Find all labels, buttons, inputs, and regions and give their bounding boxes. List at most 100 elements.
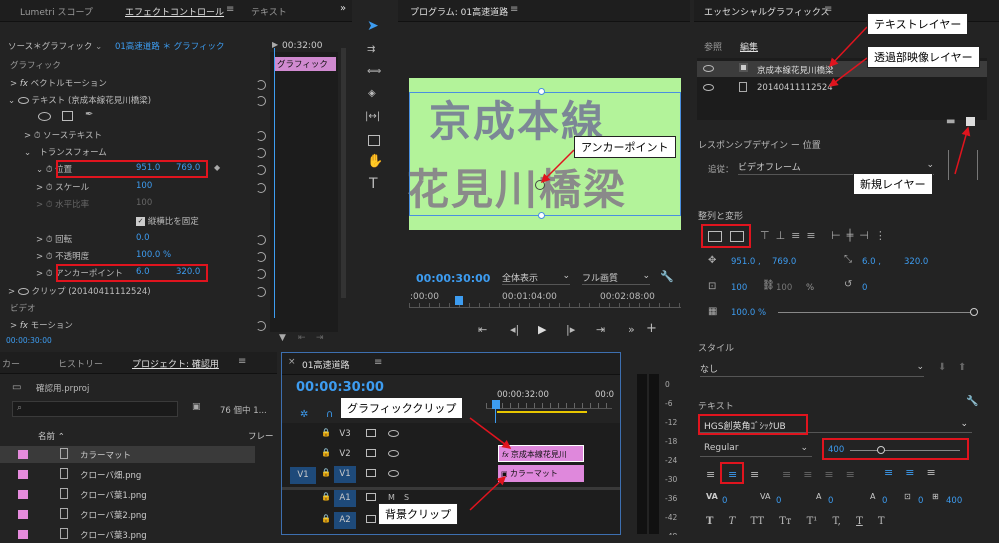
motion-row[interactable]: > fx モーション: [10, 319, 73, 336]
zoom-dropdown[interactable]: 全体表示 ⌄: [502, 271, 570, 285]
subscript-button[interactable]: T,: [832, 516, 840, 527]
menu-icon[interactable]: ≡: [238, 356, 246, 367]
label-color-swatch[interactable]: [18, 510, 28, 519]
text-layer-row[interactable]: ⌄ テキスト (京成本線花見川橋梁): [8, 94, 151, 111]
add-icon[interactable]: +: [646, 321, 657, 336]
list-item[interactable]: クローバ畑.png: [0, 466, 255, 483]
overflow-icon[interactable]: »: [628, 323, 635, 336]
clip-v2[interactable]: fx 京成本線花見川: [498, 445, 584, 462]
push-style-icon[interactable]: ⬇: [938, 362, 946, 373]
mark-out-icon[interactable]: ⇥: [596, 323, 605, 336]
eg-rotation[interactable]: 0: [862, 283, 867, 293]
tab-markers[interactable]: カー: [2, 357, 20, 370]
overflow-icon[interactable]: »: [340, 3, 346, 14]
source-v1-button[interactable]: V1: [290, 467, 316, 484]
layer-row-video[interactable]: 20140411112524: [697, 80, 987, 96]
menu-icon[interactable]: ≡: [510, 4, 518, 15]
font-style-dropdown[interactable]: Regular ⌄: [700, 442, 812, 457]
ellipse-tool-icon[interactable]: [38, 112, 51, 121]
eg-pos-y[interactable]: 769.0: [772, 257, 796, 267]
pin-widget[interactable]: [948, 150, 978, 180]
clip-v1[interactable]: ▣ カラーマット: [498, 465, 584, 482]
source-label[interactable]: ソース＊グラフィック: [8, 42, 92, 52]
uniform-scale-row[interactable]: ✓ 縦横比を固定: [136, 215, 199, 232]
mini-playhead[interactable]: [274, 48, 275, 318]
play-icon[interactable]: ▶: [272, 40, 278, 49]
eye-icon[interactable]: [388, 450, 399, 457]
timeline-title[interactable]: 01高速道路: [302, 358, 349, 371]
wrench-icon[interactable]: 🔧: [660, 270, 674, 283]
eye-icon[interactable]: [388, 470, 399, 477]
rectangle-tool-icon[interactable]: [368, 135, 380, 146]
tab-button[interactable]: T: [878, 516, 885, 527]
menu-icon[interactable]: ≡: [824, 4, 832, 15]
align-left-icon[interactable]: ≡: [706, 468, 715, 481]
tab-edit[interactable]: 編集: [740, 40, 758, 53]
scale-value[interactable]: 100: [136, 181, 152, 191]
slip-icon[interactable]: |↔|: [365, 111, 380, 122]
lock-icon[interactable]: 🔒: [321, 448, 331, 457]
reset-icon[interactable]: [256, 148, 266, 158]
clip-row[interactable]: > クリップ (20140411112524): [8, 285, 151, 302]
export-icon[interactable]: ⇥: [316, 333, 324, 343]
type-tool-icon[interactable]: T: [369, 176, 378, 192]
list-item[interactable]: クローバ葉1.png: [0, 486, 255, 503]
style-dropdown[interactable]: なし ⌄: [700, 362, 924, 377]
keyframe-nav-icon[interactable]: ◆: [214, 163, 220, 172]
sequence-label[interactable]: 01高速道路 ＊ グラフィック: [115, 42, 225, 52]
lock-icon[interactable]: 🔒: [321, 428, 331, 437]
program-title[interactable]: プログラム: 01高速道路: [410, 5, 508, 18]
rotation-value[interactable]: 0.0: [136, 233, 150, 243]
rect-tool-icon[interactable]: [62, 111, 73, 121]
justify-icons[interactable]: ≡≡≡≡: [782, 468, 867, 481]
magnet-icon[interactable]: ∩: [326, 409, 333, 420]
lock-icon[interactable]: 🔒: [321, 492, 331, 501]
timeline-timecode[interactable]: 00:00:30:00: [296, 380, 384, 395]
list-item[interactable]: クローバ葉2.png: [0, 506, 255, 523]
label-color-swatch[interactable]: [18, 490, 28, 499]
folder-icon[interactable]: ▬: [946, 116, 955, 127]
tab-browse[interactable]: 参照: [704, 40, 722, 53]
eye-icon[interactable]: [388, 430, 399, 437]
sync-icon[interactable]: [366, 515, 376, 523]
eg-opacity[interactable]: 100.0 %: [731, 308, 766, 318]
eg-anchor-x[interactable]: 6.0 ,: [862, 257, 881, 267]
razor-icon[interactable]: ◈: [368, 88, 376, 99]
track-select-icon[interactable]: ⇉: [367, 44, 375, 55]
step-back-icon[interactable]: ◂|: [510, 323, 519, 336]
vertical-align-icons[interactable]: ≡≡≡: [884, 466, 948, 479]
snap-icon[interactable]: ✲: [300, 409, 308, 420]
reset-icon[interactable]: [256, 183, 266, 193]
track-target[interactable]: V2: [334, 446, 356, 463]
superscript-button[interactable]: T¹: [807, 516, 818, 527]
tab-lumetri[interactable]: Lumetri スコープ: [20, 5, 93, 18]
align-right-icon[interactable]: ≡: [750, 468, 759, 481]
tab-text[interactable]: テキスト: [251, 5, 287, 18]
menu-icon[interactable]: ≡: [226, 4, 234, 15]
film-icon[interactable]: [366, 449, 376, 457]
handle-top[interactable]: [538, 88, 545, 95]
tsume2-value[interactable]: 400: [946, 496, 962, 506]
reset-icon[interactable]: [256, 252, 266, 262]
selection-tool-icon[interactable]: ➤: [367, 18, 379, 34]
faux-bold-button[interactable]: T: [706, 516, 713, 527]
close-icon[interactable]: ×: [288, 357, 296, 367]
wrench-icon[interactable]: 🔧: [966, 396, 978, 407]
eg-title[interactable]: エッセンシャルグラフィックス: [704, 5, 830, 18]
typo-buttons[interactable]: T T TT Tт T¹ T, T T: [706, 516, 885, 527]
handle-bottom[interactable]: [538, 212, 545, 219]
bin-icon[interactable]: ▣: [192, 402, 201, 412]
reset-icon[interactable]: [256, 165, 266, 175]
reset-icon[interactable]: [256, 269, 266, 279]
label-color-swatch[interactable]: [18, 450, 28, 459]
eye-icon[interactable]: [703, 84, 714, 91]
hand-tool-icon[interactable]: ✋: [367, 154, 383, 169]
playback-icon[interactable]: ⇤: [298, 333, 306, 343]
link-icon[interactable]: ⛓: [762, 280, 775, 291]
program-playhead[interactable]: [455, 296, 463, 305]
rotation-row[interactable]: > ⏱ 回転 0.0: [36, 233, 150, 250]
all-caps-button[interactable]: TT: [751, 516, 765, 527]
eye-icon[interactable]: [17, 97, 29, 104]
track-target[interactable]: V3: [334, 426, 356, 443]
opacity-slider[interactable]: [778, 312, 974, 313]
